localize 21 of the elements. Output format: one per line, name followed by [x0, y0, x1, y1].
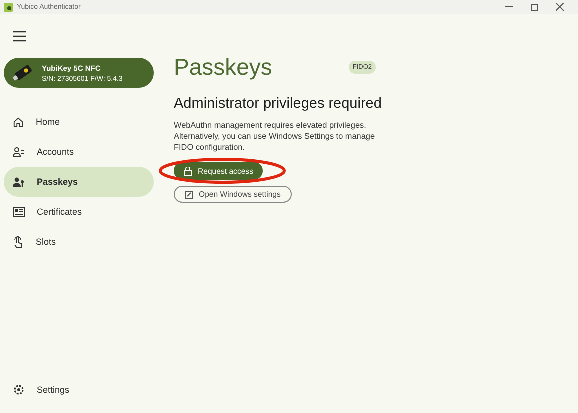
- edit-box-icon: [185, 190, 193, 198]
- nav-item[interactable]: Passkeys: [4, 167, 154, 197]
- maximize-icon[interactable]: [531, 4, 538, 10]
- nav-item[interactable]: Slots: [4, 227, 154, 257]
- people-icon: [13, 146, 25, 158]
- person-key-icon: [13, 176, 25, 188]
- settings-nav-item[interactable]: Settings: [4, 375, 154, 405]
- settings-icon: [13, 384, 25, 396]
- nav-item[interactable]: Home: [4, 107, 154, 137]
- nav-item[interactable]: Certificates: [4, 197, 154, 227]
- message-text: WebAuthn management requires elevated privileges. Alternatively, you can use Windows Settings to manage FIDO configuration.: [174, 120, 376, 153]
- menu-button[interactable]: [13, 31, 26, 44]
- home-icon: [13, 116, 24, 128]
- section-heading: Administrator privileges required: [174, 96, 383, 112]
- lock-icon: [184, 166, 192, 176]
- close-icon[interactable]: [556, 3, 564, 11]
- app-logo-icon: [4, 2, 13, 12]
- nav-item[interactable]: Accounts: [4, 137, 154, 167]
- id-card-icon: [13, 207, 25, 217]
- touch-icon: [13, 236, 24, 248]
- page-title: Passkeys: [174, 54, 272, 81]
